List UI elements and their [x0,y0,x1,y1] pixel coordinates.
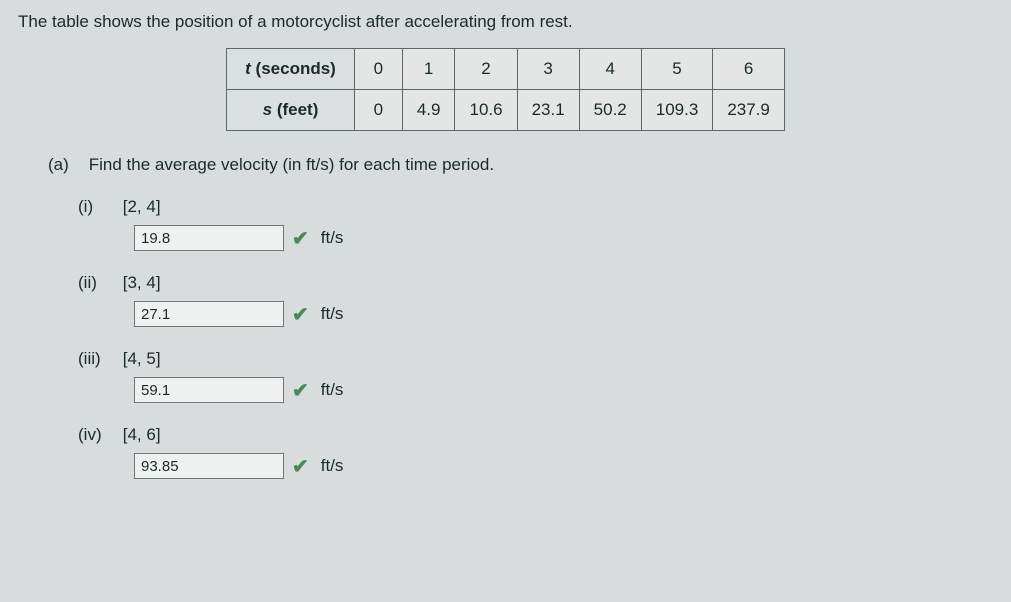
t-cell: 2 [455,49,517,90]
t-cell: 5 [641,49,713,90]
unit-label: ft/s [321,380,344,400]
answer-input-i[interactable] [134,225,284,251]
t-cell: 4 [579,49,641,90]
check-icon: ✔ [292,378,309,403]
position-table: t (seconds) 0 1 2 3 4 5 6 s (feet) 0 4.9… [226,48,785,131]
s-cell: 237.9 [713,90,785,131]
t-cell: 6 [713,49,785,90]
part-a-label: (a) [48,155,84,175]
subpart-iii-label: (iii) [78,349,118,369]
t-cell: 1 [402,49,455,90]
unit-label: ft/s [321,228,344,248]
check-icon: ✔ [292,226,309,251]
table-row: t (seconds) 0 1 2 3 4 5 6 [227,49,785,90]
answer-input-iii[interactable] [134,377,284,403]
s-header: s (feet) [227,90,355,131]
check-icon: ✔ [292,454,309,479]
t-cell: 0 [354,49,402,90]
s-cell: 0 [354,90,402,131]
s-cell: 23.1 [517,90,579,131]
subpart-ii: (ii) [3, 4] ✔ ft/s [78,273,993,327]
answer-input-ii[interactable] [134,301,284,327]
subpart-i: (i) [2, 4] ✔ ft/s [78,197,993,251]
t-header: t (seconds) [227,49,355,90]
part-a: (a) Find the average velocity (in ft/s) … [48,155,993,175]
subpart-iv-label: (iv) [78,425,118,445]
s-cell: 10.6 [455,90,517,131]
subpart-i-interval: [2, 4] [123,197,161,216]
problem-prompt: The table shows the position of a motorc… [18,12,993,32]
s-cell: 50.2 [579,90,641,131]
t-cell: 3 [517,49,579,90]
check-icon: ✔ [292,302,309,327]
subpart-ii-interval: [3, 4] [123,273,161,292]
unit-label: ft/s [321,304,344,324]
subpart-iii: (iii) [4, 5] ✔ ft/s [78,349,993,403]
table-row: s (feet) 0 4.9 10.6 23.1 50.2 109.3 237.… [227,90,785,131]
subpart-ii-label: (ii) [78,273,118,293]
answer-input-iv[interactable] [134,453,284,479]
subpart-iii-interval: [4, 5] [123,349,161,368]
subpart-iv: (iv) [4, 6] ✔ ft/s [78,425,993,479]
part-a-text: Find the average velocity (in ft/s) for … [89,155,494,174]
s-cell: 109.3 [641,90,713,131]
subpart-iv-interval: [4, 6] [123,425,161,444]
subpart-i-label: (i) [78,197,118,217]
unit-label: ft/s [321,456,344,476]
s-cell: 4.9 [402,90,455,131]
